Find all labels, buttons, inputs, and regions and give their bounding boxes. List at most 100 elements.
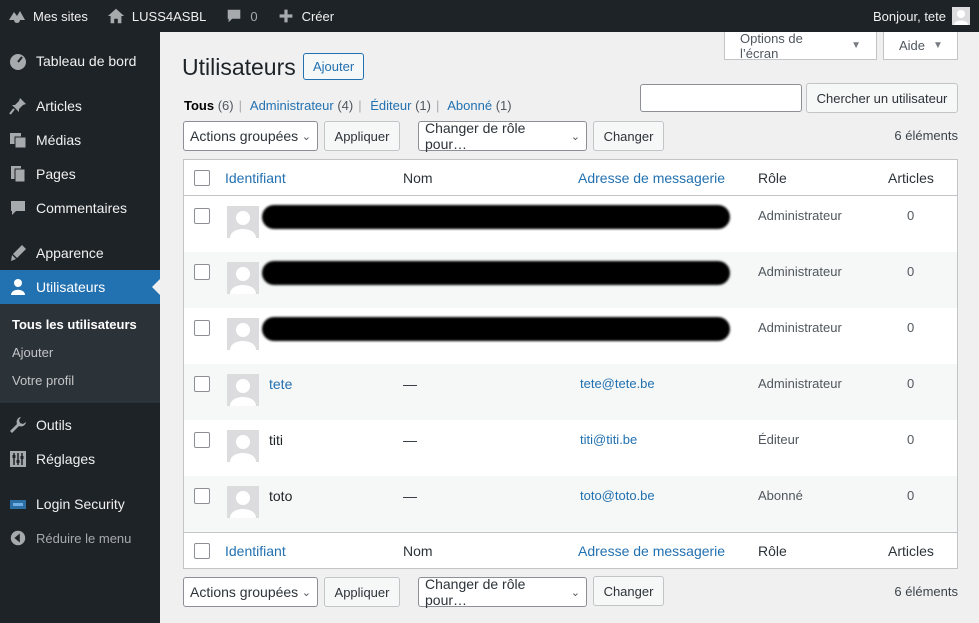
table-footer: Identifiant Nom Adresse de messagerie Rô… (184, 532, 957, 568)
user-posts-count: 0 (907, 264, 915, 279)
user-role: Administrateur (758, 376, 842, 391)
my-account-menu[interactable]: Bonjour, tete (864, 0, 979, 32)
sidebar-item-media[interactable]: Médias (0, 123, 160, 157)
sidebar-item-label: Utilisateurs (36, 279, 106, 295)
user-posts-count: 0 (907, 432, 915, 447)
user-email-link[interactable]: toto@toto.be (580, 488, 655, 503)
column-posts: Articles (888, 170, 934, 186)
user-role: Abonné (758, 488, 803, 503)
wrench-icon (8, 415, 28, 435)
apply-button-top[interactable]: Appliquer (324, 121, 400, 151)
change-role-select-bottom[interactable]: Changer de rôle pour… ⌄ (418, 576, 587, 608)
bulk-actions-select-top[interactable]: Actions groupées ⌄ (183, 121, 318, 151)
new-content-menu[interactable]: Créer (267, 0, 344, 32)
collapse-menu-button[interactable]: Réduire le menu (0, 521, 160, 555)
redacted-user-info (262, 205, 730, 229)
table-header: Identifiant Nom Adresse de messagerie Rô… (184, 160, 957, 196)
new-content-label: Créer (301, 8, 335, 24)
avatar (227, 430, 259, 462)
home-icon (106, 6, 126, 26)
sidebar-item-label: Apparence (36, 245, 104, 261)
comments-icon (8, 198, 28, 218)
redacted-user-info (262, 317, 730, 341)
filter-all[interactable]: Tous (184, 98, 214, 113)
chevron-down-icon: ⌄ (301, 586, 311, 599)
column-username[interactable]: Identifiant (225, 170, 286, 186)
sidebar-item-label: Réglages (36, 451, 96, 467)
redacted-user-info (262, 261, 730, 285)
sidebar-item-comments[interactable]: Commentaires (0, 191, 160, 225)
user-email-link[interactable]: tete@tete.be (580, 376, 655, 391)
select-all-checkbox-footer[interactable] (194, 543, 210, 559)
admin-bar: Mes sites LUSS4ASBL 0 Créer Bonjour, tet… (0, 0, 979, 32)
sidebar-item-articles[interactable]: Articles (0, 89, 160, 123)
sidebar-item-dashboard[interactable]: Tableau de bord (0, 44, 160, 78)
row-checkbox[interactable] (194, 376, 210, 392)
user-name: — (403, 432, 417, 448)
pin-icon (8, 96, 28, 116)
add-user-button[interactable]: Ajouter (303, 53, 365, 80)
row-checkbox[interactable] (194, 432, 210, 448)
triangle-down-icon: ▼ (851, 40, 861, 51)
site-name-menu[interactable]: LUSS4ASBL (97, 0, 215, 32)
user-avatar (952, 7, 970, 25)
comments-menu[interactable]: 0 (215, 0, 266, 32)
column-name: Nom (403, 543, 433, 559)
user-role: Administrateur (758, 208, 842, 223)
column-email[interactable]: Adresse de messagerie (578, 543, 725, 559)
filter-count: (1) (415, 98, 431, 113)
sidebar-item-label: Outils (36, 417, 72, 433)
column-email[interactable]: Adresse de messagerie (578, 170, 725, 186)
site-name-label: LUSS4ASBL (131, 8, 207, 24)
triangle-down-icon: ▼ (933, 40, 943, 51)
help-button[interactable]: Aide ▼ (883, 32, 958, 60)
column-role: Rôle (758, 543, 787, 559)
filter-count: (6) (217, 98, 234, 113)
my-sites-label: Mes sites (33, 8, 88, 24)
pages-icon (8, 164, 28, 184)
user-role: Éditeur (758, 432, 800, 447)
submenu-your-profile[interactable]: Votre profil (0, 367, 160, 395)
search-users-button[interactable]: Chercher un utilisateur (806, 83, 958, 113)
change-role-select-top[interactable]: Changer de rôle pour… ⌄ (418, 120, 587, 152)
user-username-link[interactable]: tete (269, 376, 292, 392)
row-checkbox[interactable] (194, 208, 210, 224)
filter-editor[interactable]: Éditeur (370, 98, 411, 113)
row-checkbox[interactable] (194, 320, 210, 336)
user-posts-count: 0 (907, 376, 915, 391)
row-checkbox[interactable] (194, 488, 210, 504)
user-search-input[interactable] (640, 84, 802, 112)
user-email-link[interactable]: titi@titi.be (580, 432, 637, 447)
column-username[interactable]: Identifiant (225, 543, 286, 559)
row-checkbox[interactable] (194, 264, 210, 280)
user-posts-count: 0 (907, 208, 915, 223)
change-role-button-bottom[interactable]: Changer (593, 576, 664, 606)
sidebar-item-label: Commentaires (36, 200, 128, 216)
sidebar-item-login-security[interactable]: Login Security (0, 487, 160, 521)
appearance-icon (8, 243, 28, 263)
users-submenu: Tous les utilisateurs Ajouter Votre prof… (0, 304, 160, 403)
submenu-all-users[interactable]: Tous les utilisateurs (0, 311, 160, 339)
sidebar-item-tools[interactable]: Outils (0, 408, 160, 442)
my-sites-icon (7, 6, 27, 26)
submenu-add-user[interactable]: Ajouter (0, 339, 160, 367)
table-row: toto — toto@toto.be Abonné 0 (184, 476, 957, 532)
filter-administrator[interactable]: Administrateur (250, 98, 334, 113)
sidebar-item-users[interactable]: Utilisateurs (0, 270, 160, 304)
bulk-actions-select-bottom[interactable]: Actions groupées ⌄ (183, 577, 318, 607)
select-all-checkbox[interactable] (194, 170, 210, 186)
sidebar-item-pages[interactable]: Pages (0, 157, 160, 191)
filter-subscriber[interactable]: Abonné (447, 98, 492, 113)
sidebar-item-appearance[interactable]: Apparence (0, 236, 160, 270)
apply-button-bottom[interactable]: Appliquer (324, 577, 400, 607)
my-sites-menu[interactable]: Mes sites (0, 0, 97, 32)
plus-icon (276, 6, 296, 26)
collapse-menu-label: Réduire le menu (36, 530, 132, 546)
column-name: Nom (403, 170, 433, 186)
users-icon (8, 277, 28, 297)
change-role-button-top[interactable]: Changer (593, 121, 664, 151)
avatar (227, 374, 259, 406)
screen-options-button[interactable]: Options de l’écran ▼ (724, 31, 877, 61)
sidebar-item-settings[interactable]: Réglages (0, 442, 160, 476)
avatar (227, 318, 259, 350)
